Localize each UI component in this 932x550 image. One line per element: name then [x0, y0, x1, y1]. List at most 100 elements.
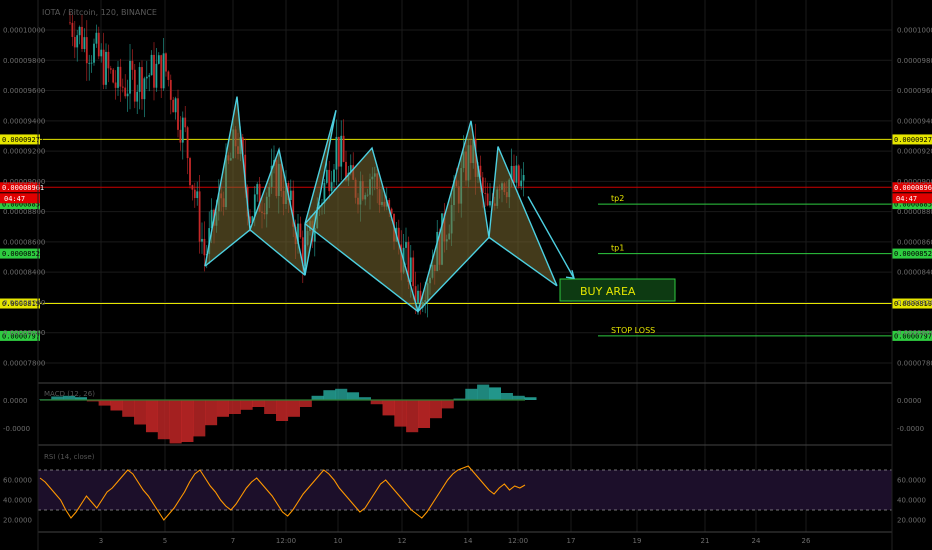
- price-tick-label-right: 0.00010000: [897, 27, 932, 35]
- candle-body: [112, 69, 115, 83]
- macd-title: MACD (12, 26): [44, 390, 95, 398]
- candle-body: [330, 182, 333, 192]
- price-tick-label-right: 0.00007800: [897, 360, 932, 368]
- candle-body: [174, 98, 177, 113]
- candle-body: [88, 62, 91, 64]
- candle-body: [412, 257, 415, 287]
- price-tick-label-left: 0.00010000: [3, 27, 45, 35]
- candle-body: [289, 190, 292, 201]
- candle-body: [513, 165, 515, 183]
- candle-body: [337, 136, 340, 167]
- candle-body: [71, 22, 74, 37]
- level-value: 0.00008523: [894, 250, 932, 258]
- candle-body: [167, 71, 170, 80]
- price-tick-label-right: 0.00009000: [897, 178, 932, 186]
- level-value: 0.00009277: [894, 136, 932, 144]
- candle-body: [95, 32, 98, 44]
- candle-body: [517, 165, 520, 187]
- time-tick-label: 10: [334, 537, 343, 545]
- rsi-band: [38, 470, 892, 510]
- rsi-tick-left: 20.0000: [3, 517, 32, 525]
- price-tick-label-left: 0.00008600: [3, 238, 45, 246]
- candle-body: [184, 117, 187, 128]
- trading-chart[interactable]: 0.00009277 0.000092770.00008961 0.00008961…: [0, 0, 932, 550]
- candle-body: [165, 53, 167, 72]
- price-tick-label-right: 0.00009200: [897, 148, 932, 156]
- price-tick-label-right: 0.00008200: [897, 299, 932, 307]
- candle-body: [186, 127, 189, 159]
- price-tick-label-right: 0.00009800: [897, 57, 932, 65]
- candle-body: [150, 54, 153, 76]
- candle-body: [522, 175, 525, 181]
- candle-body: [189, 158, 191, 186]
- candle-body: [340, 135, 343, 167]
- candle-body: [299, 223, 302, 238]
- candle-body: [417, 290, 419, 304]
- candle-body: [177, 98, 179, 130]
- price-tick-label-right: 0.00008600: [897, 238, 932, 246]
- tp1-label: tp1: [611, 244, 624, 253]
- macd-tick-right: 0.0000: [897, 397, 922, 405]
- rsi-tick-left: 40.0000: [3, 497, 32, 505]
- candle-body: [143, 78, 146, 100]
- price-tick-label-left: 0.00009200: [3, 148, 45, 156]
- countdown-label: 04:47: [4, 195, 25, 203]
- price-tick-label-left: 0.00009600: [3, 87, 45, 95]
- candle-body: [121, 86, 124, 88]
- candle-body: [196, 191, 199, 199]
- candle-body: [124, 87, 127, 97]
- price-tick-label-left: 0.00007800: [3, 360, 45, 368]
- candle-body: [335, 136, 338, 170]
- candle-body: [85, 37, 88, 64]
- candle-body: [203, 238, 206, 256]
- time-tick-label: 14: [464, 537, 473, 545]
- price-tick-label-left: 0.00008400: [3, 269, 45, 277]
- candle-body: [133, 69, 136, 102]
- candle-body: [181, 117, 184, 143]
- candle-body: [333, 169, 335, 183]
- candle-body: [486, 193, 489, 206]
- time-tick-label: 3: [99, 537, 103, 545]
- time-tick-label: 5: [163, 537, 167, 545]
- candle-body: [90, 62, 93, 64]
- candle-body: [256, 184, 259, 195]
- price-tick-label-right: 0.00009400: [897, 117, 932, 125]
- candle-body: [160, 55, 163, 89]
- candle-body: [129, 60, 131, 94]
- candle-body: [193, 189, 196, 199]
- time-tick-label: 24: [752, 537, 761, 545]
- candle-body: [78, 26, 81, 36]
- rsi-tick-right: 60.0000: [897, 477, 926, 485]
- candle-body: [201, 238, 203, 242]
- candle-body: [117, 66, 119, 88]
- time-tick-label: 12:00: [276, 537, 296, 545]
- candle-body: [93, 43, 95, 63]
- price-tick-label-left: 0.00008000: [3, 329, 45, 337]
- time-tick-label: 19: [633, 537, 642, 545]
- price-tick-label-right: 0.00009600: [897, 87, 932, 95]
- time-tick-label: 12:00: [508, 537, 528, 545]
- candle-body: [83, 37, 86, 49]
- price-tick-label-left: 0.00008200: [3, 299, 45, 307]
- candle-body: [515, 165, 518, 183]
- candle-body: [405, 242, 407, 248]
- candle-body: [179, 129, 182, 143]
- time-tick-label: 21: [701, 537, 710, 545]
- price-tick-label-left: 0.00009000: [3, 178, 45, 186]
- buy-area-label: BUY AREA: [580, 285, 636, 298]
- rsi-title: RSI (14, close): [44, 453, 95, 461]
- candle-body: [141, 67, 143, 100]
- candle-body: [198, 191, 201, 242]
- candle-body: [153, 54, 155, 88]
- candle-body: [114, 82, 117, 88]
- candle-body: [157, 55, 160, 64]
- candle-body: [148, 75, 151, 77]
- candle-body: [191, 185, 194, 190]
- candle-body: [69, 22, 71, 24]
- candle-body: [162, 53, 165, 89]
- rsi-tick-right: 40.0000: [897, 497, 926, 505]
- candle-body: [325, 169, 328, 183]
- countdown-label: 04:47: [896, 195, 917, 203]
- candle-body: [100, 49, 103, 57]
- tp2-label: tp2: [611, 194, 624, 203]
